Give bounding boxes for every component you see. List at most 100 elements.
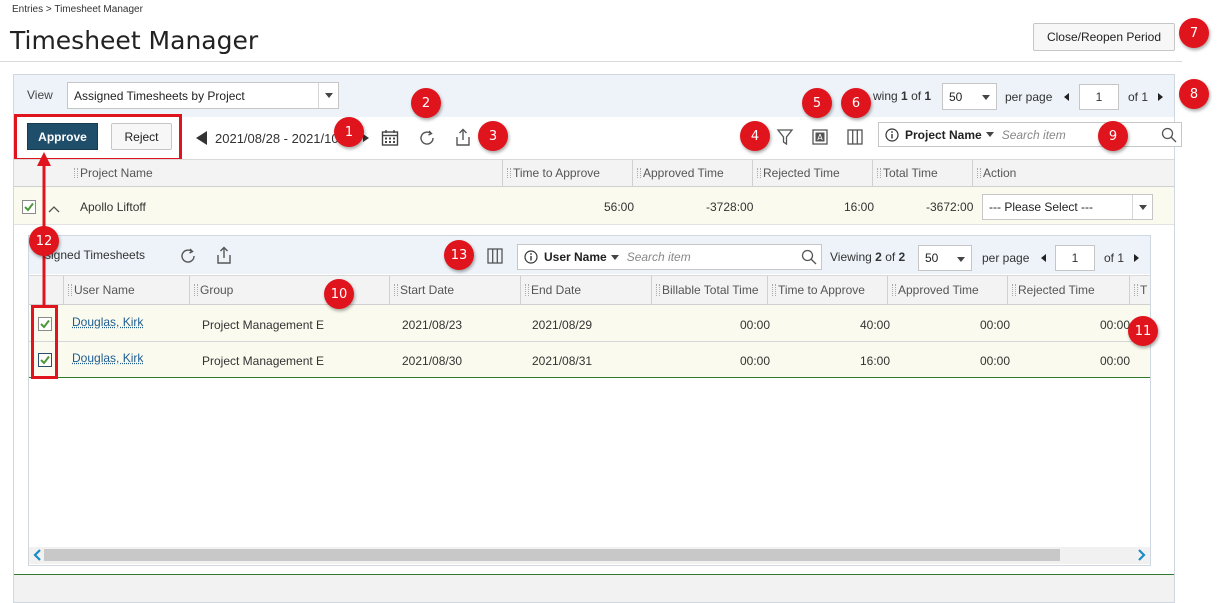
callout-10: 10 bbox=[324, 279, 354, 309]
sub-viewing-count: 2 bbox=[875, 250, 882, 264]
view-select-value: Assigned Timesheets by Project bbox=[74, 88, 245, 103]
project-search: Project Name Search item bbox=[878, 122, 1182, 147]
chevron-down-icon bbox=[318, 83, 338, 108]
sub-export-icon[interactable] bbox=[214, 245, 234, 266]
refresh-icon[interactable] bbox=[417, 128, 437, 148]
group-cell: Project Management E bbox=[202, 354, 325, 368]
viewing-summary: wing 1 of 1 bbox=[873, 89, 931, 103]
svg-text:A: A bbox=[817, 133, 823, 142]
search-icon[interactable] bbox=[801, 249, 817, 265]
col-user-name[interactable]: User Name bbox=[63, 276, 189, 304]
info-icon bbox=[524, 250, 538, 264]
sub-search-input[interactable]: Search item bbox=[627, 250, 691, 264]
view-select[interactable]: Assigned Timesheets by Project bbox=[67, 82, 339, 109]
per-page-select[interactable]: 50 bbox=[942, 83, 997, 110]
col-project-name[interactable]: Project Name bbox=[70, 160, 502, 186]
scroll-left-icon[interactable] bbox=[32, 549, 42, 564]
action-select[interactable]: --- Please Select --- bbox=[982, 194, 1153, 220]
col-action[interactable]: Action bbox=[972, 160, 1174, 186]
sub-per-page-value: 50 bbox=[925, 251, 939, 265]
viewing-label: wing bbox=[873, 89, 898, 103]
per-page-value: 50 bbox=[949, 89, 963, 104]
end-date-cell: 2021/08/31 bbox=[532, 354, 593, 368]
search-field-selector[interactable]: Project Name bbox=[905, 128, 982, 142]
billable-cell: 00:00 bbox=[740, 318, 771, 332]
col-group[interactable]: Group bbox=[189, 276, 389, 304]
callout-3: 3 bbox=[478, 121, 508, 151]
col-total-time[interactable]: Total Time bbox=[872, 160, 972, 186]
assigned-timesheets-title: signed Timesheets bbox=[45, 248, 146, 262]
chevron-down-icon bbox=[982, 95, 990, 100]
approved-cell: 00:00 bbox=[980, 354, 1011, 368]
columns-icon[interactable] bbox=[845, 127, 865, 147]
action-select-value: --- Please Select --- bbox=[989, 200, 1094, 214]
sub-page-number-input[interactable]: 1 bbox=[1055, 245, 1095, 271]
reject-button[interactable]: Reject bbox=[111, 123, 172, 150]
panel-footer bbox=[14, 575, 1174, 602]
to-approve-cell: 40:00 bbox=[860, 318, 891, 332]
filter-icon[interactable] bbox=[775, 127, 795, 147]
chevron-down-icon bbox=[985, 132, 994, 137]
sub-refresh-icon[interactable] bbox=[178, 246, 198, 266]
rejected-time-cell: 16:00 bbox=[844, 200, 875, 214]
sub-next-page-icon[interactable] bbox=[1134, 254, 1139, 262]
next-page-icon[interactable] bbox=[1158, 93, 1163, 101]
col-time-to-approve[interactable]: Time to Approve bbox=[502, 160, 632, 186]
calendar-icon[interactable] bbox=[380, 128, 400, 148]
total-time-cell: -3672:00 bbox=[926, 200, 974, 214]
to-approve-cell: 16:00 bbox=[860, 354, 891, 368]
text-format-icon[interactable]: A bbox=[810, 127, 830, 147]
close-reopen-period-button[interactable]: Close/Reopen Period bbox=[1033, 23, 1175, 51]
prev-period-icon[interactable] bbox=[196, 131, 207, 145]
approved-cell: 00:00 bbox=[980, 318, 1011, 332]
col-rejected-time[interactable]: Rejected Time bbox=[752, 160, 872, 186]
rejected-cell: 00:00 bbox=[1100, 354, 1131, 368]
search-icon[interactable] bbox=[1161, 127, 1177, 143]
col-end-date[interactable]: End Date bbox=[520, 276, 651, 304]
callout-9: 9 bbox=[1098, 121, 1128, 151]
info-icon bbox=[885, 127, 899, 142]
search-input[interactable]: Search item bbox=[1002, 128, 1066, 142]
page-title: Timesheet Manager bbox=[10, 26, 259, 55]
highlight-row-checkboxes bbox=[31, 305, 58, 379]
sub-prev-page-icon[interactable] bbox=[1041, 254, 1046, 262]
col-approved-time[interactable]: Approved Time bbox=[632, 160, 752, 186]
approve-button[interactable]: Approve bbox=[27, 123, 98, 150]
scrollbar-thumb[interactable] bbox=[44, 549, 1060, 561]
user-name-link[interactable]: Douglas, Kirk bbox=[72, 315, 143, 329]
callout-12: 12 bbox=[29, 226, 59, 256]
export-icon[interactable] bbox=[453, 127, 473, 148]
callout-13: 13 bbox=[444, 240, 474, 270]
chevron-down-icon bbox=[1132, 195, 1152, 219]
col-rejected-time[interactable]: Rejected Time bbox=[1007, 276, 1129, 304]
next-period-icon[interactable] bbox=[363, 134, 369, 142]
prev-page-icon[interactable] bbox=[1064, 93, 1069, 101]
sub-page-total: of 1 bbox=[1104, 251, 1125, 265]
col-start-date[interactable]: Start Date bbox=[389, 276, 520, 304]
sub-per-page-select[interactable]: 50 bbox=[918, 245, 972, 271]
callout-2: 2 bbox=[411, 88, 441, 118]
chevron-down-icon bbox=[957, 257, 965, 262]
col-total-truncated[interactable]: T bbox=[1129, 276, 1150, 304]
scroll-right-icon[interactable] bbox=[1137, 549, 1147, 564]
viewing-count: 1 bbox=[901, 89, 908, 103]
sub-search-field-selector[interactable]: User Name bbox=[544, 250, 607, 264]
col-billable-total-time[interactable]: Billable Total Time bbox=[651, 276, 767, 304]
viewing-of: of bbox=[911, 89, 922, 103]
col-approved-time[interactable]: Approved Time bbox=[887, 276, 1007, 304]
callout-8: 8 bbox=[1179, 79, 1209, 109]
date-range: 2021/08/28 - 2021/10 bbox=[215, 131, 339, 146]
sub-viewing-total: 2 bbox=[898, 250, 906, 264]
viewing-total: 1 bbox=[924, 89, 932, 103]
user-search: User Name Search item bbox=[517, 244, 822, 270]
sub-columns-icon[interactable] bbox=[485, 246, 505, 266]
billable-cell: 00:00 bbox=[740, 354, 771, 368]
sub-viewing-summary: Viewing 2 of 2 bbox=[830, 250, 905, 264]
time-to-approve-cell: 56:00 bbox=[604, 200, 635, 214]
user-name-link[interactable]: Douglas, Kirk bbox=[72, 351, 143, 365]
sub-table-header: User Name Group Start Date End Date Bill… bbox=[29, 275, 1150, 305]
col-time-to-approve[interactable]: Time to Approve bbox=[767, 276, 887, 304]
callout-7: 7 bbox=[1179, 18, 1209, 48]
rejected-cell: 00:00 bbox=[1100, 318, 1131, 332]
page-number-input[interactable]: 1 bbox=[1079, 84, 1119, 110]
